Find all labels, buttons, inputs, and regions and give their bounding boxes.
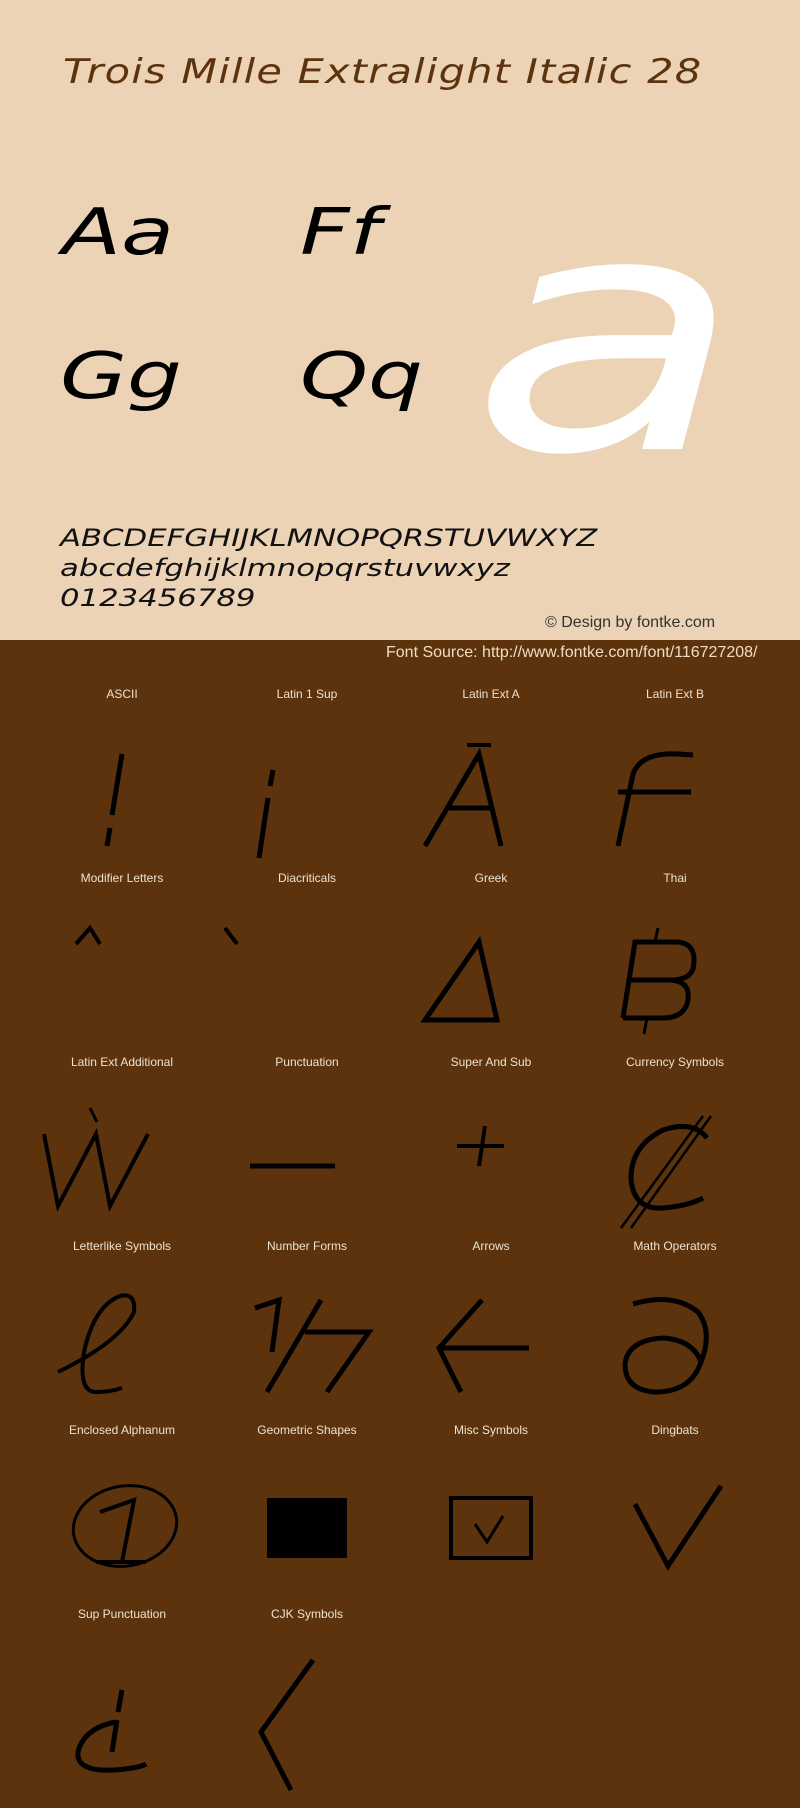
lowercase-alphabet: abcdefghijklmnopqrstuvwxyz bbox=[60, 554, 510, 582]
glyph-exclamation-icon bbox=[30, 740, 214, 870]
category-label-ascii: ASCII bbox=[106, 687, 138, 701]
glyph-left-arrow-icon bbox=[399, 1292, 583, 1422]
category-label-sup-punctuation: Sup Punctuation bbox=[77, 1607, 167, 1621]
category-label-latin-ext-b: Latin Ext B bbox=[645, 687, 705, 701]
glyph-en-dash-icon bbox=[215, 1108, 399, 1238]
glyph-grave-accent-icon bbox=[215, 924, 399, 1054]
specimen-panel: Trois Mille Extralight Italic 28 Aa Ff G… bbox=[0, 0, 800, 640]
category-label-latin-ext-a: Latin Ext A bbox=[462, 687, 520, 701]
category-label-geometric-shapes: Geometric Shapes bbox=[257, 1423, 357, 1437]
glyph-a-macron-icon bbox=[399, 740, 583, 870]
glyph-one-seventh-icon bbox=[215, 1292, 399, 1422]
glyph-colon-sign-icon bbox=[583, 1108, 767, 1238]
glyph-left-angle-bracket-icon bbox=[215, 1658, 399, 1792]
design-credit: © Design by fontke.com bbox=[545, 614, 716, 631]
category-label-math-operators: Math Operators bbox=[633, 1239, 717, 1253]
category-label-diacriticals: Diacriticals bbox=[277, 871, 336, 885]
category-label-dingbats: Dingbats bbox=[651, 1423, 699, 1437]
glyph-inverted-interrobang-icon bbox=[30, 1660, 214, 1790]
category-label-greek: Greek bbox=[474, 871, 508, 885]
category-label-thai: Thai bbox=[663, 871, 687, 885]
category-label-latin-1-sup: Latin 1 Sup bbox=[276, 687, 338, 701]
category-label-latin-ext-additional: Latin Ext Additional bbox=[70, 1055, 174, 1069]
category-label-enclosed-alphanum: Enclosed Alphanum bbox=[68, 1423, 176, 1437]
category-label-punctuation: Punctuation bbox=[275, 1055, 339, 1069]
category-label-misc-symbols: Misc Symbols bbox=[453, 1423, 528, 1437]
category-label-arrows: Arrows bbox=[472, 1239, 510, 1253]
category-label-currency-symbols: Currency Symbols bbox=[625, 1055, 725, 1069]
glyph-black-square-icon bbox=[215, 1476, 399, 1606]
specimen-pair-aa: Aa bbox=[62, 196, 175, 270]
glyph-check-mark-icon bbox=[583, 1476, 767, 1606]
font-title: Trois Mille Extralight Italic 28 bbox=[63, 52, 703, 92]
category-label-letterlike-symbols: Letterlike Symbols bbox=[72, 1239, 172, 1253]
specimen-pair-ff: Ff bbox=[300, 196, 381, 270]
glyph-circled-one-icon bbox=[30, 1476, 214, 1606]
category-label-number-forms: Number Forms bbox=[266, 1239, 347, 1253]
category-label-cjk-symbols: CJK Symbols bbox=[270, 1607, 344, 1621]
category-label-super-and-sub: Super And Sub bbox=[450, 1055, 532, 1069]
digits-row: 0123456789 bbox=[60, 584, 256, 612]
specimen-pair-gg: Gg bbox=[60, 340, 182, 414]
glyph-w-grave-icon bbox=[30, 1107, 214, 1238]
glyph-baht-icon bbox=[583, 924, 767, 1054]
glyph-inverted-exclamation-icon bbox=[215, 740, 399, 870]
large-glyph-sample: a bbox=[470, 143, 744, 527]
specimen-pair-qq: Qq bbox=[300, 340, 423, 414]
glyph-partial-differential-icon bbox=[583, 1292, 767, 1422]
glyph-superscript-plus-icon bbox=[399, 1108, 583, 1238]
category-label-modifier-letters: Modifier Letters bbox=[80, 871, 164, 885]
glyph-f-hook-icon bbox=[583, 740, 767, 870]
glyph-ballot-box-check-icon bbox=[399, 1476, 583, 1606]
font-source-link[interactable]: Font Source: http://www.fontke.com/font/… bbox=[386, 644, 757, 662]
glyph-script-l-icon bbox=[30, 1292, 214, 1422]
uppercase-alphabet: ABCDEFGHIJKLMNOPQRSTUVWXYZ bbox=[60, 524, 598, 552]
glyph-circumflex-icon bbox=[30, 924, 214, 1054]
glyph-delta-icon bbox=[399, 924, 583, 1054]
